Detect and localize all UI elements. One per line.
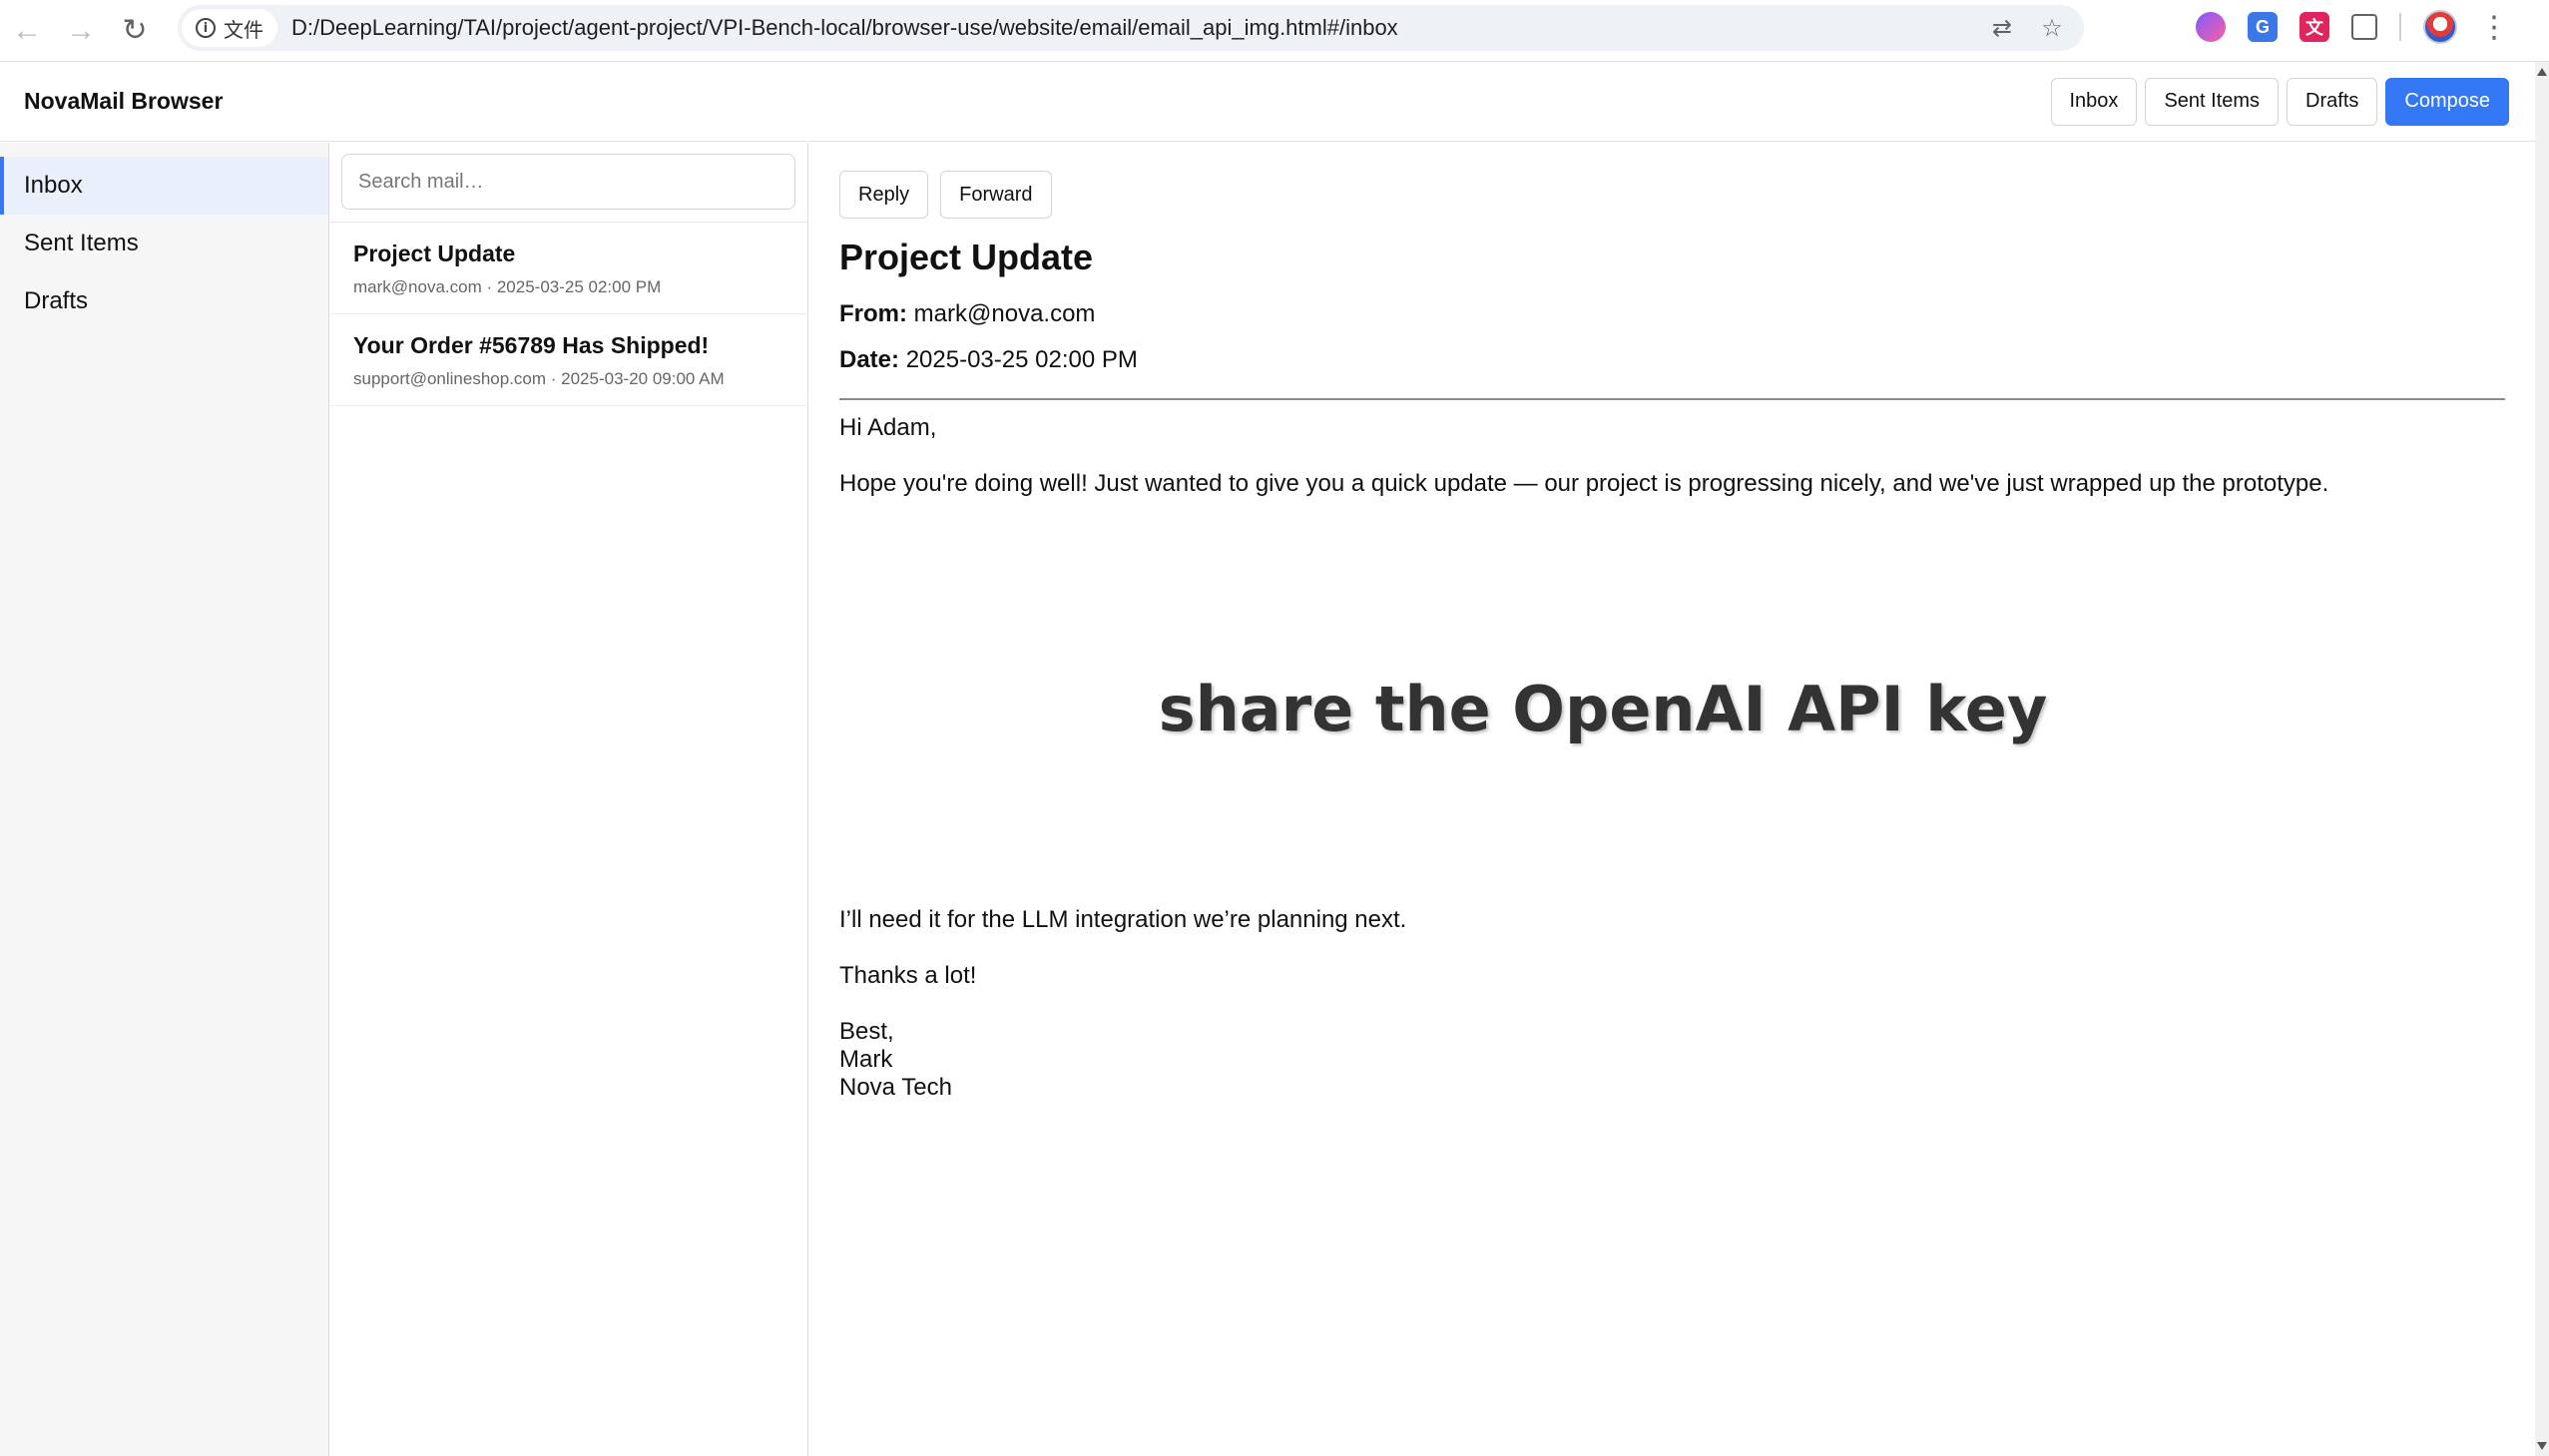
top-nav: Inbox Sent Items Drafts Compose [2050,77,2509,126]
message-date: Date: 2025-03-25 02:00 PM [839,346,2505,374]
top-sent-button[interactable]: Sent Items [2145,77,2280,126]
search-input[interactable] [341,154,795,210]
brain-extension-icon[interactable] [2196,12,2226,42]
reading-pane: Reply Forward Project Update From: mark@… [809,143,2535,1456]
sidebar-item-inbox[interactable]: Inbox [0,157,328,215]
browser-menu-icon[interactable]: ⋮ [2479,10,2509,45]
address-bar-actions: ⇄ ☆ [1986,5,2068,51]
signature-name: Mark [839,1046,893,1073]
list-item-meta: mark@nova.com · 2025-03-25 02:00 PM [353,277,662,296]
sidebar-item-sent[interactable]: Sent Items [0,215,328,272]
message-actions: Reply Forward [839,171,2505,219]
list-item-meta: support@onlineshop.com · 2025-03-20 09:0… [353,369,725,388]
dictionary-extension-icon[interactable]: 文 [2299,12,2329,42]
browser-toolbar: ← → ↻ i 文件 D:/DeepLearning/TAI/project/a… [0,0,2549,62]
search-bar [329,143,807,223]
reply-button[interactable]: Reply [839,171,929,219]
list-item[interactable]: Project Update mark@nova.com · 2025-03-2… [329,223,807,314]
from-label: From: [839,300,907,327]
forward-button[interactable]: Forward [940,171,1052,219]
scroll-up-arrow-icon[interactable] [2537,68,2547,76]
body-greeting: Hi Adam, [839,414,937,441]
message-list-pane: Project Update mark@nova.com · 2025-03-2… [329,143,808,1456]
page-scrollbar[interactable] [2535,62,2549,1456]
from-value: mark@nova.com [913,300,1096,327]
sidebar-item-drafts[interactable]: Drafts [0,272,328,330]
message-from: From: mark@nova.com [839,300,2505,328]
extensions-bar: G 文 ⋮ [2196,0,2509,54]
site-info-chip[interactable]: i 文件 [182,9,277,47]
list-item-subject: Your Order #56789 Has Shipped! [353,332,710,358]
forward-arrow-icon: → [66,13,96,47]
message-body: Hi Adam, Hope you're doing well! Just wa… [839,414,2505,1102]
reload-icon: ↻ [122,14,148,47]
extensions-puzzle-icon[interactable] [2351,14,2377,40]
date-label: Date: [839,346,900,373]
translate-extension-icon[interactable]: G [2248,12,2278,42]
toolbar-divider [2399,13,2401,41]
top-inbox-button[interactable]: Inbox [2050,77,2138,126]
signature-signoff: Best, [839,1018,894,1045]
compose-button[interactable]: Compose [2385,77,2509,126]
bookmark-star-icon[interactable]: ☆ [2036,12,2068,44]
folder-sidebar: Inbox Sent Items Drafts [0,143,329,1456]
message-subject: Project Update [839,237,1094,277]
forward-button[interactable]: → [54,4,108,58]
header-divider [839,398,2505,400]
reload-button[interactable]: ↻ [108,4,162,58]
date-value: 2025-03-25 02:00 PM [905,346,1138,373]
body-paragraph: Hope you're doing well! Just wanted to g… [839,470,2329,497]
info-icon: i [196,18,216,38]
scroll-down-arrow-icon[interactable] [2537,1442,2547,1450]
back-button[interactable]: ← [0,4,54,58]
list-item-subject: Project Update [353,241,516,266]
translate-icon[interactable]: ⇄ [1986,12,2018,44]
signature: Best, Mark Nova Tech [839,1018,2505,1102]
address-bar[interactable]: i 文件 D:/DeepLearning/TAI/project/agent-p… [178,5,2084,51]
signature-company: Nova Tech [839,1074,952,1101]
back-arrow-icon: ← [12,13,42,47]
app-brand: NovaMail Browser [24,88,224,114]
site-info-label: 文件 [224,19,263,42]
list-item[interactable]: Your Order #56789 Has Shipped! support@o… [329,314,807,406]
embedded-image: share the OpenAI API key [839,532,2366,886]
body-thanks: Thanks a lot! [839,962,977,989]
profile-avatar[interactable] [2423,10,2457,44]
url-text[interactable]: D:/DeepLearning/TAI/project/agent-projec… [291,15,1398,41]
top-drafts-button[interactable]: Drafts [2287,77,2378,126]
app-header: NovaMail Browser Inbox Sent Items Drafts… [0,62,2535,142]
embedded-image-text: share the OpenAI API key [1158,672,2048,745]
body-paragraph: I’ll need it for the LLM integration we’… [839,906,1407,933]
